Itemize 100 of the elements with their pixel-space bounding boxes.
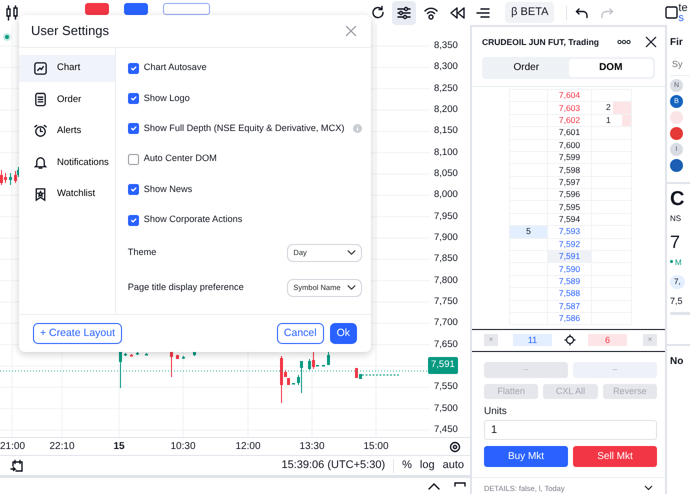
- candle: [130, 354, 133, 356]
- checkbox[interactable]: [128, 214, 139, 226]
- more-icon[interactable]: [617, 38, 631, 45]
- scale-button[interactable]: %: [402, 457, 412, 474]
- option-label: Show Corporate Actions: [144, 213, 242, 226]
- candle: [327, 352, 330, 366]
- time-label: 13:30: [298, 440, 326, 454]
- time-label: 21:00: [0, 440, 24, 454]
- market-status: M: [675, 258, 682, 267]
- ok-button[interactable]: Ok: [330, 322, 357, 344]
- checkbox[interactable]: [128, 62, 139, 74]
- checkbox[interactable]: [128, 184, 139, 196]
- nav-item[interactable]: Alerts: [19, 118, 115, 145]
- undo-icon[interactable]: [575, 6, 590, 20]
- account-link[interactable]: s: [678, 12, 690, 22]
- time-label: 15:00: [362, 440, 390, 454]
- last-price-tag: 7,591: [428, 357, 458, 374]
- candle: [170, 352, 173, 378]
- toolbar-button[interactable]: [163, 3, 210, 15]
- ask-total: 6: [588, 334, 627, 346]
- crosshair-icon[interactable]: [564, 334, 576, 346]
- price-label: 8,150: [433, 124, 458, 138]
- price-label: 8,300: [433, 60, 458, 74]
- units-label: Units: [483, 404, 508, 418]
- price-label: 8,000: [433, 188, 458, 202]
- table-cell: 5: [510, 226, 548, 238]
- buy-button[interactable]: Buy Mkt: [484, 446, 568, 467]
- candle: [119, 352, 122, 388]
- panel-title: Fir: [670, 36, 684, 50]
- price-cell: 7,590: [548, 262, 592, 276]
- price-cell: 7,587: [548, 300, 592, 312]
- close-icon[interactable]: [645, 36, 657, 48]
- candle: [124, 352, 127, 356]
- table-cell: 1: [606, 114, 611, 126]
- price-cell: 7,595: [548, 200, 592, 214]
- price-cell: 7,601: [548, 126, 592, 140]
- section-title: No: [670, 355, 684, 369]
- checkbox[interactable]: [128, 154, 139, 165]
- price-chip: 7,: [670, 275, 685, 289]
- price-label: 8,050: [433, 166, 458, 181]
- checkbox[interactable]: [128, 123, 139, 134]
- table-cell: 2: [606, 102, 611, 114]
- option-label: Show Logo: [144, 92, 190, 105]
- create-layout-button[interactable]: + Create Layout: [33, 322, 122, 344]
- chevron-down-icon[interactable]: [644, 485, 653, 492]
- toolbar-button[interactable]: [124, 3, 148, 15]
- broadcast-icon: [422, 4, 439, 20]
- nav-item[interactable]: Order: [19, 86, 115, 114]
- option-label: Show News: [144, 182, 192, 196]
- toolbar-button[interactable]: [85, 3, 110, 15]
- time-label: 15: [112, 440, 126, 454]
- candle: [145, 352, 148, 356]
- square-icon[interactable]: [665, 6, 678, 19]
- price-label: 7,450: [433, 422, 458, 437]
- units-input[interactable]: 1: [484, 420, 657, 440]
- bookmark-icon: [33, 186, 48, 202]
- tab[interactable]: DOM: [568, 58, 653, 77]
- price-cell: 7,596: [548, 188, 592, 201]
- price-label: 8,350: [433, 39, 458, 53]
- price-value: 7: [670, 232, 682, 252]
- caret-up-icon[interactable]: [428, 482, 440, 490]
- nav-item[interactable]: Notifications: [19, 149, 115, 176]
- price-cell: 7,602: [548, 114, 592, 127]
- range-value: 7,5: [670, 295, 684, 308]
- price-label: 7,650: [433, 338, 458, 352]
- nav-item[interactable]: Watchlist: [19, 180, 115, 208]
- sell-button[interactable]: Sell Mkt: [573, 446, 657, 467]
- scale-button[interactable]: log: [420, 457, 435, 474]
- option-label: Show Full Depth (NSE Equity & Derivative, MCX): [144, 122, 344, 136]
- exchange-label: NS: [670, 213, 682, 225]
- account-name: te: [678, 2, 689, 12]
- candle: [176, 354, 179, 360]
- cancel-button[interactable]: Cancel: [276, 322, 324, 344]
- timestamp: 15:39:06 (UTC+5:30): [281, 458, 386, 474]
- price-label: 7,700: [433, 316, 458, 330]
- candle: [182, 356, 185, 360]
- price-label: 7,500: [433, 402, 458, 416]
- setting-label: Theme: [128, 246, 156, 259]
- settings-button[interactable]: [392, 0, 416, 24]
- time-label: 22:10: [48, 440, 76, 454]
- checkbox[interactable]: [128, 93, 139, 104]
- time-label: 12:00: [234, 440, 262, 454]
- price-cell: 7,594: [548, 213, 592, 226]
- beta-badge: β BETA: [505, 2, 554, 23]
- candles-icon[interactable]: [5, 4, 19, 20]
- tab[interactable]: Order: [484, 58, 568, 77]
- alarm-clock-icon: [33, 124, 48, 139]
- nav-item[interactable]: Chart: [19, 55, 115, 82]
- price-cell: 7,593: [548, 226, 592, 238]
- scale-button[interactable]: auto: [442, 457, 464, 474]
- price-label: 8,100: [433, 146, 458, 160]
- price-cell: 7,599: [548, 151, 592, 164]
- price-cell: 7,588: [548, 288, 592, 300]
- symbol-logo: C: [670, 188, 686, 210]
- price-label: 7,900: [433, 230, 458, 245]
- calendar-icon[interactable]: [10, 458, 24, 472]
- price-cell: 7,586: [548, 312, 592, 325]
- price-label: 7,850: [433, 252, 458, 266]
- rewind-icon: [448, 4, 465, 20]
- document-icon: [33, 92, 48, 108]
